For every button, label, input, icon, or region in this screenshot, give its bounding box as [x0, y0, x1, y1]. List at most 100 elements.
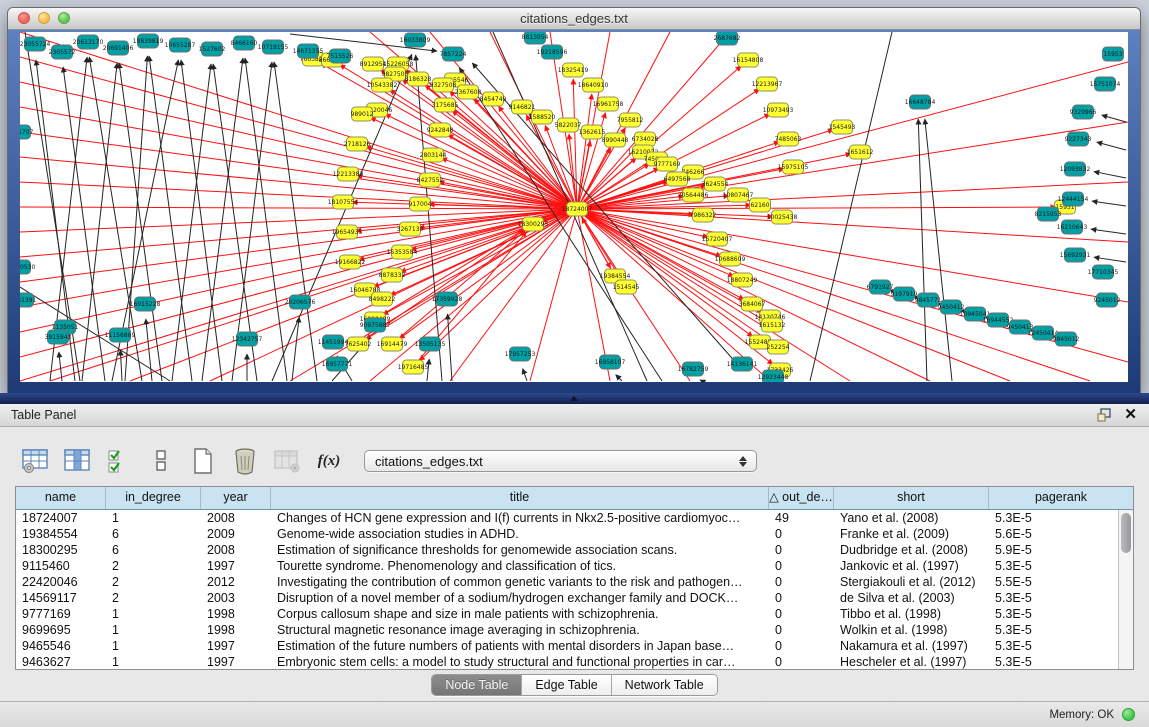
- select-rows-icon[interactable]: [104, 446, 134, 476]
- table-settings-icon[interactable]: [20, 446, 50, 476]
- citation-node-teal[interactable]: 16958107: [595, 355, 626, 369]
- tab-network-table[interactable]: Network Table: [612, 675, 717, 695]
- citation-node-yellow[interactable]: 1651612: [847, 145, 874, 159]
- citation-node-teal[interactable]: 9329966: [1070, 105, 1097, 119]
- column-header-5[interactable]: short: [834, 487, 989, 509]
- citation-node-teal[interactable]: 16033809: [400, 33, 431, 47]
- minimize-window-button[interactable]: [38, 12, 50, 24]
- citation-node-teal[interactable]: 8466160: [231, 36, 258, 50]
- citation-node-yellow[interactable]: 3684067: [739, 297, 766, 311]
- citation-node-teal[interactable]: 15692931: [1060, 248, 1091, 262]
- citation-node-teal[interactable]: 16915228: [130, 297, 161, 311]
- citation-node-yellow[interactable]: 6497568: [664, 172, 691, 186]
- citation-node-teal[interactable]: 8813054: [522, 32, 549, 44]
- citation-node-yellow[interactable]: 10807467: [723, 188, 754, 202]
- citation-node-teal[interactable]: 18839819: [133, 34, 164, 48]
- citation-node-teal[interactable]: 6791927: [867, 280, 894, 294]
- citation-node-yellow[interactable]: 3624554: [702, 177, 729, 191]
- citation-node-teal[interactable]: 10655287: [165, 38, 196, 52]
- column-header-4[interactable]: △ out_de…: [769, 487, 834, 509]
- citation-node-teal[interactable]: 9197919: [891, 287, 918, 301]
- tab-node-table[interactable]: Node Table: [432, 675, 522, 695]
- memory-indicator[interactable]: [1122, 708, 1135, 721]
- table-row[interactable]: 1456911722003Disruption of a novel membe…: [16, 590, 1133, 606]
- citation-node-yellow[interactable]: 19716485: [398, 360, 429, 374]
- delete-table-icon[interactable]: [230, 446, 260, 476]
- citation-node-teal[interactable]: 15751074: [1090, 77, 1121, 91]
- table-panel-titlebar[interactable]: Table Panel ✕: [0, 404, 1149, 427]
- citation-node-yellow[interactable]: 1514545: [613, 280, 640, 294]
- citation-node-yellow[interactable]: 9242848: [427, 123, 454, 137]
- citation-node-teal[interactable]: 7515526: [327, 49, 354, 63]
- citation-node-teal[interactable]: 9845012: [1053, 332, 1080, 346]
- column-header-0[interactable]: name: [16, 487, 106, 509]
- table-row[interactable]: 969969511998Structural magnetic resonanc…: [16, 622, 1133, 638]
- citation-node-teal[interactable]: 13505135: [415, 337, 446, 351]
- merge-rows-icon[interactable]: [146, 446, 176, 476]
- citation-node-teal[interactable]: 16210643: [1057, 220, 1088, 234]
- citation-node-yellow[interactable]: 9777169: [654, 157, 681, 171]
- citation-node-yellow[interactable]: 8454749: [480, 92, 507, 106]
- citation-node-yellow[interactable]: 8186328: [405, 72, 432, 86]
- citation-node-teal[interactable]: 25260530: [20, 260, 35, 274]
- citation-node-teal[interactable]: 8215953: [1035, 207, 1062, 221]
- citation-node-teal[interactable]: 7857224: [440, 47, 467, 61]
- citation-node-teal[interactable]: 2687682: [714, 32, 741, 45]
- zoom-window-button[interactable]: [58, 12, 70, 24]
- citation-node-yellow[interactable]: 15975105: [778, 160, 809, 174]
- select-columns-icon[interactable]: [62, 446, 92, 476]
- citation-node-teal[interactable]: 1527602: [199, 42, 226, 56]
- citation-node-yellow[interactable]: 8498222: [369, 292, 396, 306]
- citation-node-yellow[interactable]: 8427552: [417, 173, 444, 187]
- column-header-1[interactable]: in_degree: [106, 487, 201, 509]
- citation-node-teal[interactable]: 20613170: [73, 35, 104, 49]
- close-window-button[interactable]: [18, 12, 30, 24]
- import-table-disabled-icon[interactable]: [272, 446, 302, 476]
- citation-node-yellow[interactable]: 1615132: [759, 318, 786, 332]
- create-table-icon[interactable]: [188, 446, 218, 476]
- close-panel-icon[interactable]: ✕: [1124, 408, 1137, 422]
- citation-node-teal[interactable]: 2051707: [20, 125, 34, 139]
- citation-node-yellow[interactable]: 3175685: [432, 98, 459, 112]
- table-row[interactable]: 946554611997Estimation of the future num…: [16, 638, 1133, 654]
- citation-node-teal[interactable]: 20206576: [285, 295, 316, 309]
- citation-node-yellow[interactable]: 18640910: [578, 78, 609, 92]
- citation-node-yellow[interactable]: 3267130: [397, 222, 424, 236]
- citation-node-yellow[interactable]: 2803144: [420, 148, 447, 162]
- table-row[interactable]: 977716911998Corpus callosum shape and si…: [16, 606, 1133, 622]
- citation-node-teal[interactable]: 15953: [1103, 47, 1124, 61]
- citation-node-yellow[interactable]: 7485063: [775, 132, 802, 146]
- column-header-3[interactable]: title: [271, 487, 769, 509]
- citation-node-teal[interactable]: 17957253: [505, 347, 536, 361]
- citation-node-yellow[interactable]: 1588520: [529, 110, 556, 124]
- citation-node-yellow[interactable]: 8990448: [602, 133, 629, 147]
- table-row[interactable]: 1872400712008Changes of HCN gene express…: [16, 510, 1133, 526]
- citation-node-teal[interactable]: 2305572: [49, 45, 76, 59]
- citation-node-yellow[interactable]: 2367608: [455, 85, 482, 99]
- citation-node-teal[interactable]: 9227343: [1065, 132, 1092, 146]
- citation-node-yellow[interactable]: 12213967: [752, 77, 783, 91]
- citation-node-yellow[interactable]: 16154808: [733, 53, 764, 67]
- citation-node-teal[interactable]: 12093832: [1060, 162, 1091, 176]
- citation-node-teal[interactable]: 10719155: [258, 40, 289, 54]
- network-canvas[interactable]: 1872400718300295193845541514545766382286…: [20, 32, 1128, 382]
- citation-node-teal[interactable]: 17359928: [432, 292, 463, 306]
- citation-node-yellow[interactable]: 989012: [351, 107, 374, 121]
- citation-node-teal[interactable]: 17710345: [1088, 265, 1119, 279]
- citation-node-yellow[interactable]: 7986322: [690, 208, 717, 222]
- table-row[interactable]: 1830029562008Estimation of significance …: [16, 542, 1133, 558]
- citation-node-yellow[interactable]: 16914479: [377, 337, 408, 351]
- function-builder-icon[interactable]: f(x): [314, 446, 344, 476]
- citation-node-yellow[interactable]: 917004: [409, 197, 432, 211]
- float-panel-icon[interactable]: [1097, 408, 1112, 422]
- citation-node-yellow[interactable]: 9146821: [509, 100, 536, 114]
- panel-divider[interactable]: [0, 393, 1149, 404]
- column-header-6[interactable]: pagerank: [989, 487, 1133, 509]
- table-row[interactable]: 911546021997Tourette syndrome. Phenomeno…: [16, 558, 1133, 574]
- citation-node-yellow[interactable]: 8878332: [379, 268, 406, 282]
- citation-node-yellow[interactable]: 7625402: [345, 337, 372, 351]
- table-row[interactable]: 2242004622012Investigating the contribut…: [16, 574, 1133, 590]
- citation-node-yellow[interactable]: 1545493: [829, 120, 856, 134]
- scrollbar-thumb[interactable]: [1121, 513, 1131, 553]
- citation-node-yellow[interactable]: 62160: [750, 198, 771, 212]
